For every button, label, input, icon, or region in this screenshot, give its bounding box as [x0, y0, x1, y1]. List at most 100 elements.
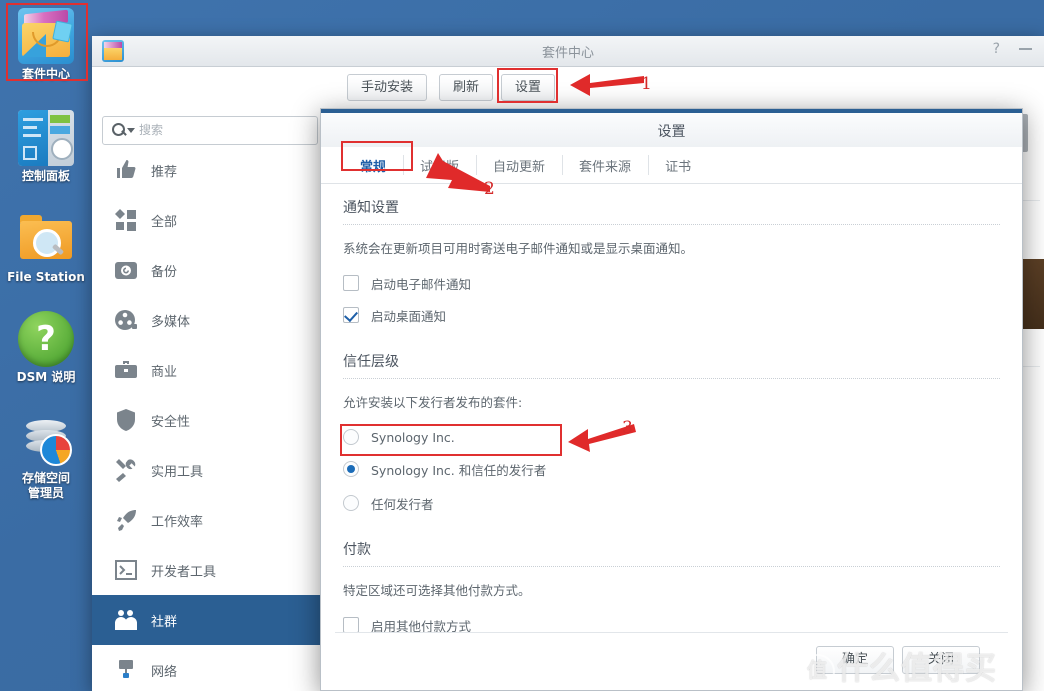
manual-install-button[interactable]: 手动安装: [347, 74, 428, 101]
close-button[interactable]: 关闭: [902, 646, 980, 674]
divider: [343, 566, 1000, 567]
sidebar-item-label: 备份: [151, 264, 178, 280]
grid-icon: [114, 208, 138, 232]
search-placeholder: 搜索: [139, 123, 164, 137]
desktop-icon-label: DSM 说明: [16, 370, 76, 384]
option-label: Synology Inc.: [371, 429, 455, 445]
option-label: 任何发行者: [371, 496, 434, 512]
refresh-button[interactable]: 刷新: [439, 74, 494, 101]
sidebar-item-label: 推荐: [151, 164, 178, 180]
divider: [335, 632, 1008, 633]
desktop-icon-label: 控制面板: [21, 169, 70, 183]
sidebar-item-recommend[interactable]: 推荐: [92, 145, 328, 195]
option-publisher-synology-and-trusted[interactable]: Synology Inc. 和信任的发行者: [343, 456, 1000, 482]
film-reel-icon: [114, 308, 138, 332]
annotation-number-2: 2: [484, 179, 495, 199]
checkbox-desktop-notification[interactable]: [343, 307, 359, 323]
window-title-bar: 套件中心 ?: [92, 36, 1044, 67]
sidebar-item-multimedia[interactable]: 多媒体: [92, 295, 328, 345]
desktop-icon-label: 套件中心: [21, 67, 70, 81]
checkbox-alternative-payment[interactable]: [343, 617, 359, 632]
option-desktop-notification[interactable]: 启动桌面通知: [343, 302, 1000, 328]
tab-auto-update[interactable]: 自动更新: [476, 147, 562, 183]
minimize-icon[interactable]: [1019, 48, 1032, 50]
settings-button[interactable]: 设置: [501, 74, 556, 101]
briefcase-icon: [114, 358, 138, 382]
option-alternative-payment[interactable]: 启用其他付款方式: [343, 612, 1000, 632]
tab-certificate[interactable]: 证书: [648, 147, 708, 183]
radio-publisher-any[interactable]: [343, 495, 359, 511]
dialog-tab-bar: 常规 试用版 自动更新 套件来源 证书: [321, 147, 1022, 184]
desktop-icon-column: 套件中心 控制面板 File Station ? DSM 说明 存储空间 管理员: [0, 0, 92, 691]
sidebar-item-community[interactable]: 社群: [92, 595, 328, 645]
dialog-body: 通知设置 系统会在更新项目可用时寄送电子邮件通知或是显示桌面通知。 启动电子邮件…: [321, 183, 1022, 632]
help-icon[interactable]: ?: [993, 41, 1000, 57]
search-input[interactable]: 搜索: [102, 116, 318, 145]
tab-package-sources[interactable]: 套件来源: [562, 147, 648, 183]
dialog-footer: 确定 关闭: [321, 632, 1022, 690]
checkbox-email-notification[interactable]: [343, 275, 359, 291]
divider: [343, 224, 1000, 225]
section-title-trust-level: 信任层级: [343, 354, 399, 370]
section-title-notification: 通知设置: [343, 200, 399, 216]
sidebar-item-label: 安全性: [151, 414, 191, 430]
sidebar-item-backup[interactable]: 备份: [92, 245, 328, 295]
option-label: 启动电子邮件通知: [371, 276, 472, 292]
desktop-icon-package-center[interactable]: 套件中心: [0, 8, 92, 82]
sidebar-item-business[interactable]: 商业: [92, 345, 328, 395]
radio-publisher-synology[interactable]: [343, 429, 359, 445]
divider: [343, 378, 1000, 379]
search-icon: [112, 123, 125, 136]
sidebar-item-developer-tools[interactable]: 开发者工具: [92, 545, 328, 595]
annotation-number-3: 3: [622, 418, 633, 438]
sidebar-item-label: 工作效率: [151, 514, 204, 530]
radio-publisher-synology-and-trusted[interactable]: [343, 461, 359, 477]
sidebar-item-label: 全部: [151, 214, 178, 230]
option-label: Synology Inc. 和信任的发行者: [371, 462, 547, 478]
sidebar-item-security[interactable]: 安全性: [92, 395, 328, 445]
package-center-toolbar: 手动安装 刷新 设置: [92, 67, 1044, 110]
backup-icon: [114, 258, 138, 282]
file-station-icon: [18, 211, 74, 267]
sidebar-item-all[interactable]: 全部: [92, 195, 328, 245]
desktop-icon-file-station[interactable]: File Station: [0, 211, 92, 285]
people-icon: [114, 608, 138, 632]
sidebar-item-network[interactable]: 网络: [92, 645, 328, 691]
section-description-payment: 特定区域还可选择其他付款方式。: [343, 583, 531, 598]
storage-manager-icon: [18, 412, 74, 468]
option-email-notification[interactable]: 启动电子邮件通知: [343, 270, 1000, 296]
section-description-notification: 系统会在更新项目可用时寄送电子邮件通知或是显示桌面通知。: [343, 241, 694, 256]
option-label: 启用其他付款方式: [371, 618, 472, 633]
option-label: 启动桌面通知: [371, 308, 447, 324]
package-center-sidebar: 搜索 推荐 全部 备份 多媒体 商业 安全性 实用工具 工作效率 开发者工具 社…: [92, 109, 329, 691]
sidebar-item-label: 商业: [151, 364, 178, 380]
window-title: 套件中心: [541, 46, 594, 61]
settings-dialog: 设置 常规 试用版 自动更新 套件来源 证书 通知设置 系统会在更新项目可用时寄…: [320, 108, 1023, 691]
desktop-icon-label: 存储空间 管理员: [21, 471, 70, 500]
desktop-icon-control-panel[interactable]: 控制面板: [0, 110, 92, 184]
rocket-icon: [114, 508, 138, 532]
dialog-title: 设置: [657, 124, 686, 140]
sidebar-item-productivity[interactable]: 工作效率: [92, 495, 328, 545]
sidebar-item-label: 多媒体: [151, 314, 191, 330]
annotation-number-1: 1: [641, 74, 652, 94]
chevron-down-icon[interactable]: [127, 128, 135, 133]
desktop-icon-dsm-help[interactable]: ? DSM 说明: [0, 311, 92, 385]
tools-icon: [114, 458, 138, 482]
tab-general[interactable]: 常规: [343, 147, 403, 183]
sidebar-item-label: 实用工具: [151, 464, 204, 480]
ok-button[interactable]: 确定: [816, 646, 894, 674]
desktop-icon-storage-manager[interactable]: 存储空间 管理员: [0, 412, 92, 501]
section-description-trust-level: 允许安装以下发行者发布的套件:: [343, 395, 523, 410]
dialog-title-bar: 设置: [321, 113, 1022, 147]
tab-beta[interactable]: 试用版: [403, 147, 476, 183]
network-icon: [114, 658, 138, 682]
option-publisher-synology[interactable]: Synology Inc.: [343, 424, 1000, 450]
terminal-icon: [114, 558, 138, 582]
shield-icon: [114, 408, 138, 432]
sidebar-item-label: 开发者工具: [151, 564, 217, 580]
sidebar-item-label: 社群: [151, 614, 178, 630]
sidebar-item-utilities[interactable]: 实用工具: [92, 445, 328, 495]
option-publisher-any[interactable]: 任何发行者: [343, 490, 1000, 516]
sidebar-item-label: 网络: [151, 664, 178, 680]
